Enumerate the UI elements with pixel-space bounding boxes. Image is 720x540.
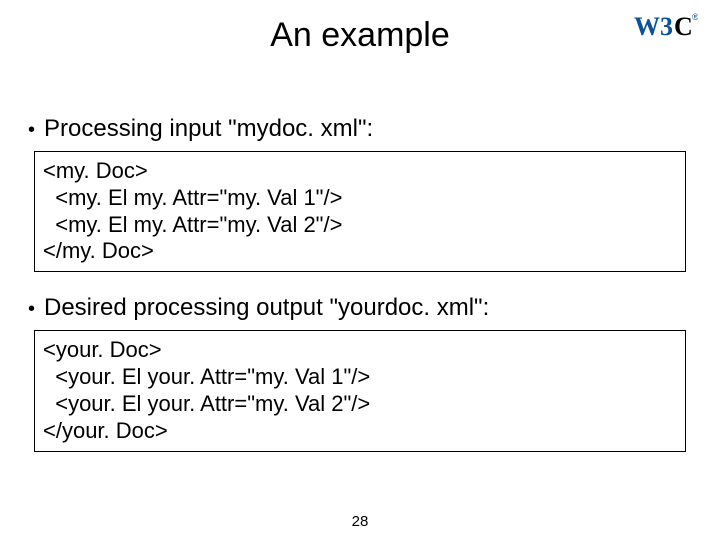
bullet-item: • Processing input "mydoc. xml":	[28, 115, 700, 143]
w3c-logo-icon: W3 C ®	[634, 10, 698, 44]
slide-title: An example	[20, 16, 700, 55]
bullet-dot-icon: •	[28, 118, 44, 142]
slide-container: W3 C ® An example • Processing input "my…	[0, 0, 720, 540]
bullet-text: Desired processing output "yourdoc. xml"…	[44, 294, 489, 322]
code-block-output: <your. Doc> <your. El your. Attr="my. Va…	[34, 330, 686, 451]
page-number: 28	[0, 513, 720, 530]
bullet-text: Processing input "mydoc. xml":	[44, 115, 373, 143]
svg-text:®: ®	[692, 12, 698, 22]
code-block-input: <my. Doc> <my. El my. Attr="my. Val 1"/>…	[34, 151, 686, 272]
w3c-logo: W3 C ®	[634, 10, 698, 44]
bullet-dot-icon: •	[28, 297, 44, 321]
svg-text:W3: W3	[634, 12, 673, 41]
svg-text:C: C	[674, 12, 693, 41]
bullet-item: • Desired processing output "yourdoc. xm…	[28, 294, 700, 322]
